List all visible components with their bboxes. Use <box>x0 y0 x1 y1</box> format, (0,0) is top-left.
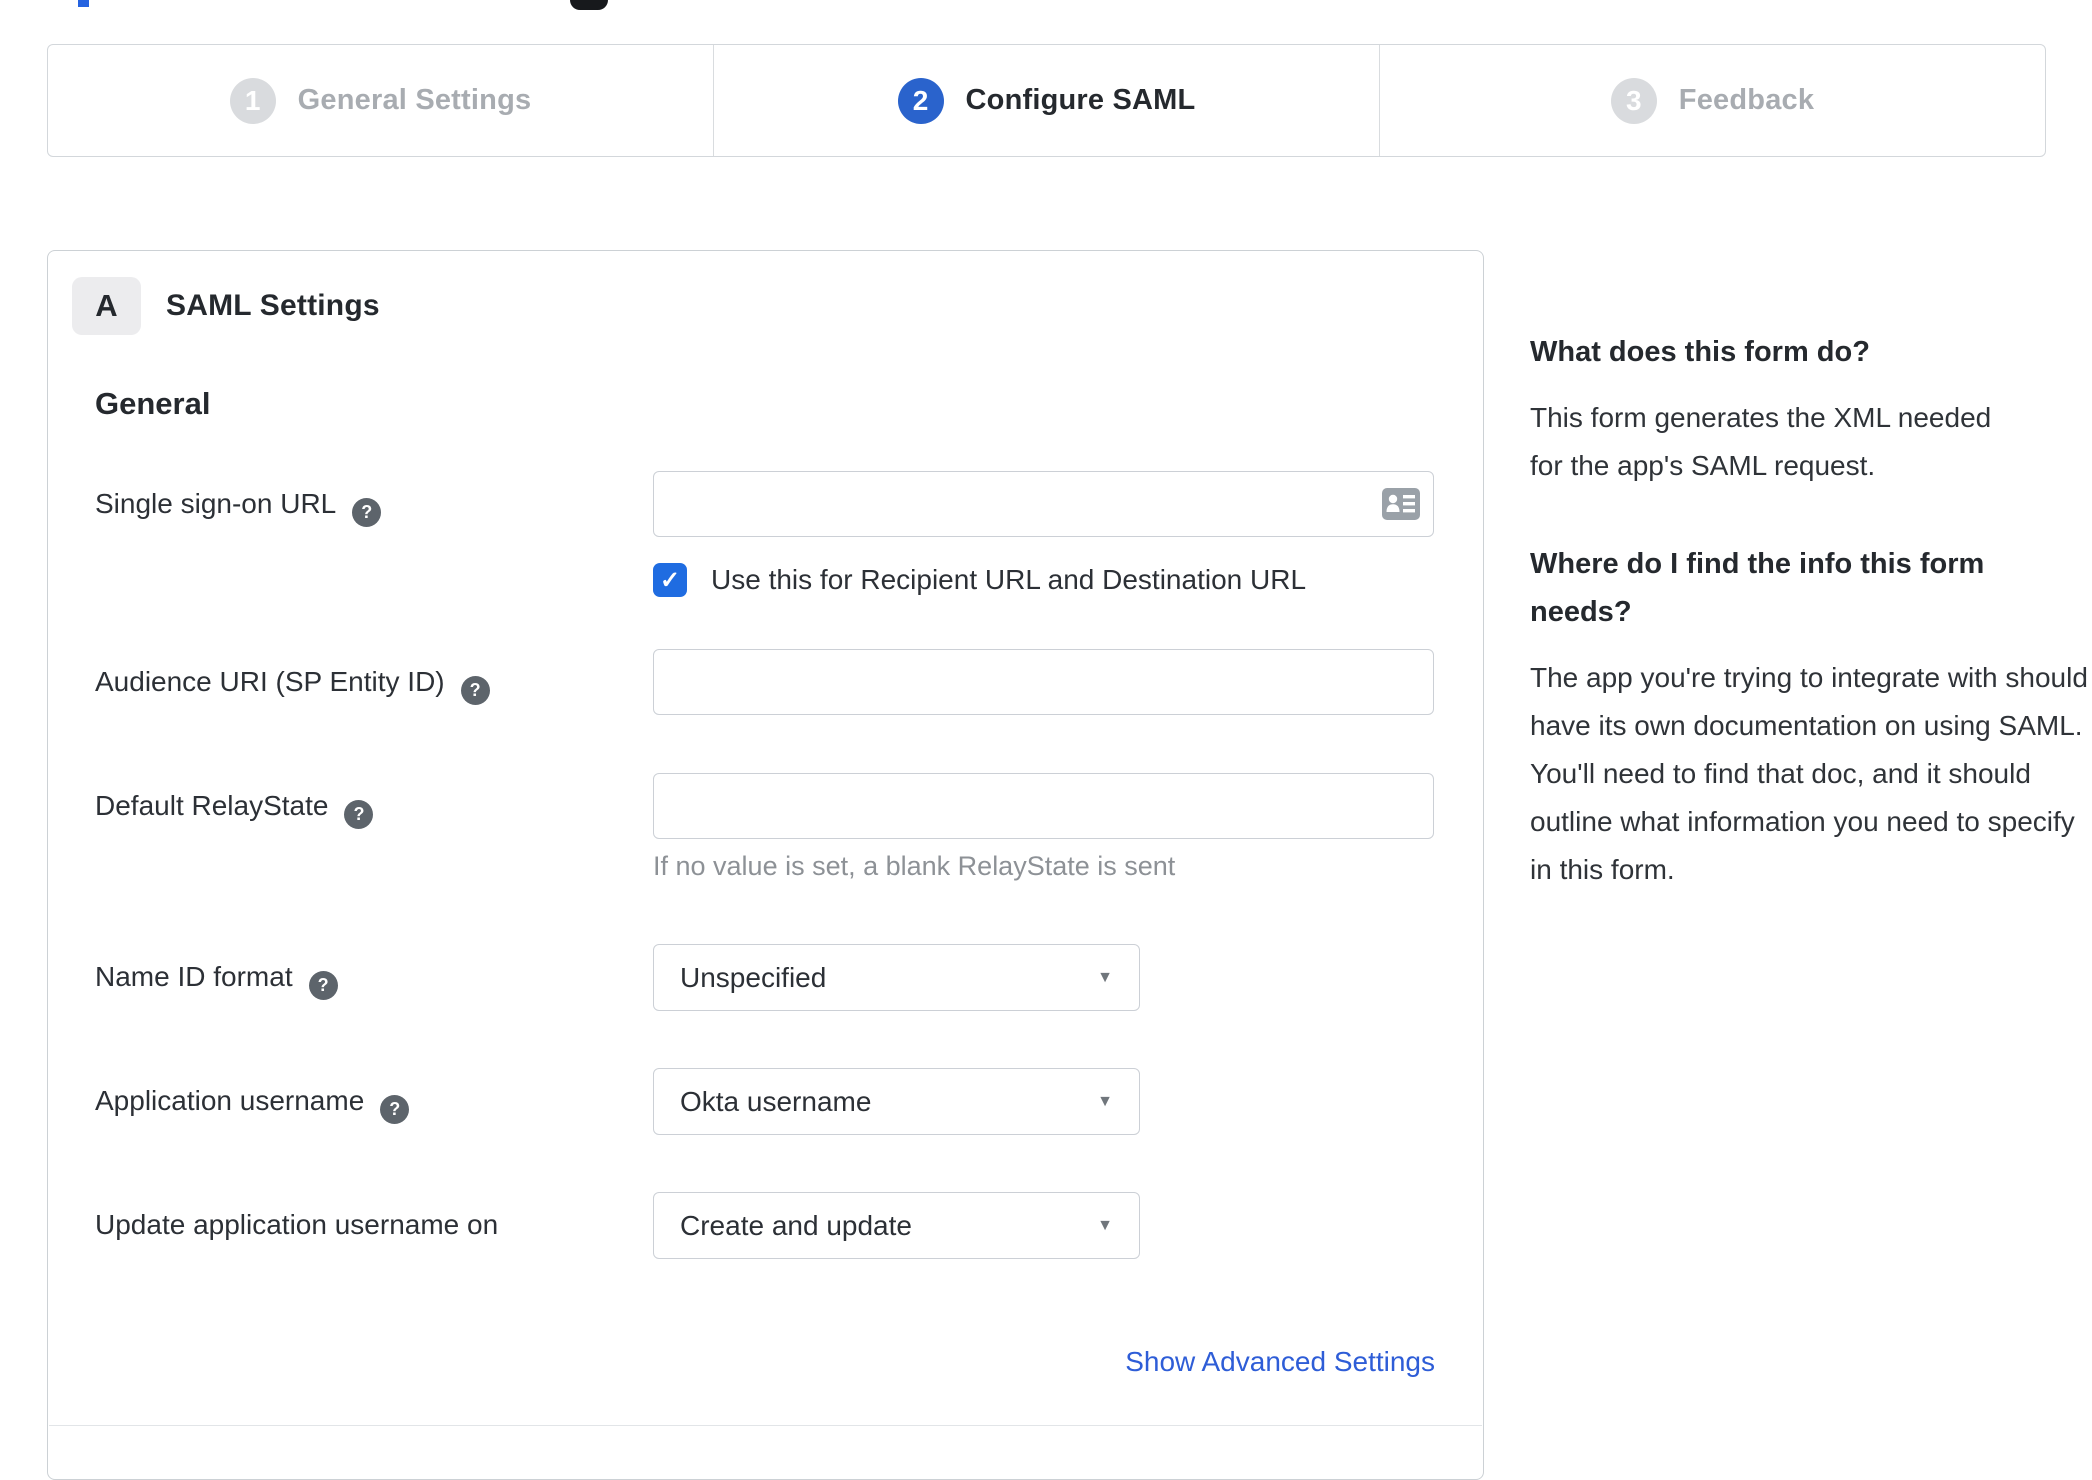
name-id-format-value: Unspecified <box>680 961 827 993</box>
relaystate-label-text: Default RelayState <box>95 790 329 821</box>
relaystate-hint: If no value is set, a blank RelayState i… <box>653 851 1176 881</box>
wizard-stepper: 1 General Settings 2 Configure SAML 3 Fe… <box>47 44 2046 157</box>
step-number-badge: 3 <box>1610 77 1657 124</box>
relaystate-label: Default RelayState? <box>95 790 374 829</box>
update-username-label: Update application username on <box>95 1209 498 1241</box>
name-id-format-select[interactable]: Unspecified ▼ <box>653 944 1140 1011</box>
help-icon[interactable]: ? <box>380 1095 410 1124</box>
help-answer-1: This form generates the XML needed for t… <box>1530 402 1992 481</box>
app-username-value: Okta username <box>680 1085 872 1117</box>
recipient-url-checkbox-label[interactable]: Use this for Recipient URL and Destinati… <box>711 564 1306 596</box>
cut-off-logo-fragment <box>570 0 608 10</box>
contact-card-icon[interactable] <box>1382 488 1420 520</box>
relaystate-input[interactable] <box>653 773 1434 839</box>
section-title-general: General <box>95 386 211 421</box>
update-username-value: Create and update <box>680 1209 912 1241</box>
show-advanced-settings-link[interactable]: Show Advanced Settings <box>1125 1346 1435 1378</box>
step-number-badge: 2 <box>897 77 944 124</box>
chevron-down-icon: ▼ <box>1097 968 1113 986</box>
chevron-down-icon: ▼ <box>1097 1216 1113 1234</box>
sso-url-field-wrap <box>653 471 1434 537</box>
name-id-format-label: Name ID format? <box>95 961 338 1000</box>
help-icon[interactable]: ? <box>344 800 374 829</box>
sso-url-label: Single sign-on URL? <box>95 488 382 527</box>
audience-uri-field-wrap <box>653 649 1434 715</box>
step-general-settings[interactable]: 1 General Settings <box>48 45 714 156</box>
panel-title: SAML Settings <box>166 289 380 322</box>
help-sidebar: What does this form do? This form genera… <box>1530 328 2090 894</box>
step-label: Feedback <box>1678 84 1815 116</box>
audience-uri-label-text: Audience URI (SP Entity ID) <box>95 666 445 697</box>
cut-off-title-accent <box>78 0 89 7</box>
help-icon[interactable]: ? <box>352 498 382 527</box>
chevron-down-icon: ▼ <box>1097 1092 1113 1110</box>
update-username-select[interactable]: Create and update ▼ <box>653 1192 1140 1259</box>
recipient-url-checkbox-row: ✓ Use this for Recipient URL and Destina… <box>653 563 1306 597</box>
step-label: General Settings <box>297 84 532 116</box>
help-answer-2: The app you're trying to integrate with … <box>1530 662 2088 885</box>
section-badge-a: A <box>72 277 141 335</box>
step-number-badge: 1 <box>229 77 276 124</box>
help-question-2: Where do I find the info this form needs… <box>1530 548 1985 628</box>
recipient-url-checkbox[interactable]: ✓ <box>653 563 687 597</box>
step-configure-saml[interactable]: 2 Configure SAML <box>714 45 1380 156</box>
audience-uri-input[interactable] <box>653 649 1434 715</box>
help-icon[interactable]: ? <box>460 676 490 705</box>
saml-settings-panel: A SAML Settings General Single sign-on U… <box>47 250 1484 1480</box>
relaystate-field-wrap <box>653 773 1434 839</box>
step-feedback[interactable]: 3 Feedback <box>1380 45 2045 156</box>
step-label: Configure SAML <box>965 84 1196 116</box>
help-icon[interactable]: ? <box>308 971 338 1000</box>
name-id-format-label-text: Name ID format <box>95 961 293 992</box>
audience-uri-label: Audience URI (SP Entity ID)? <box>95 666 490 705</box>
sso-url-input[interactable] <box>653 471 1434 537</box>
panel-header: A SAML Settings <box>72 277 380 335</box>
sso-url-label-text: Single sign-on URL <box>95 488 337 519</box>
app-username-select[interactable]: Okta username ▼ <box>653 1068 1140 1135</box>
update-username-label-text: Update application username on <box>95 1209 499 1240</box>
app-username-label-text: Application username <box>95 1085 365 1116</box>
help-question-1: What does this form do? <box>1530 336 1870 368</box>
app-username-label: Application username? <box>95 1085 410 1124</box>
